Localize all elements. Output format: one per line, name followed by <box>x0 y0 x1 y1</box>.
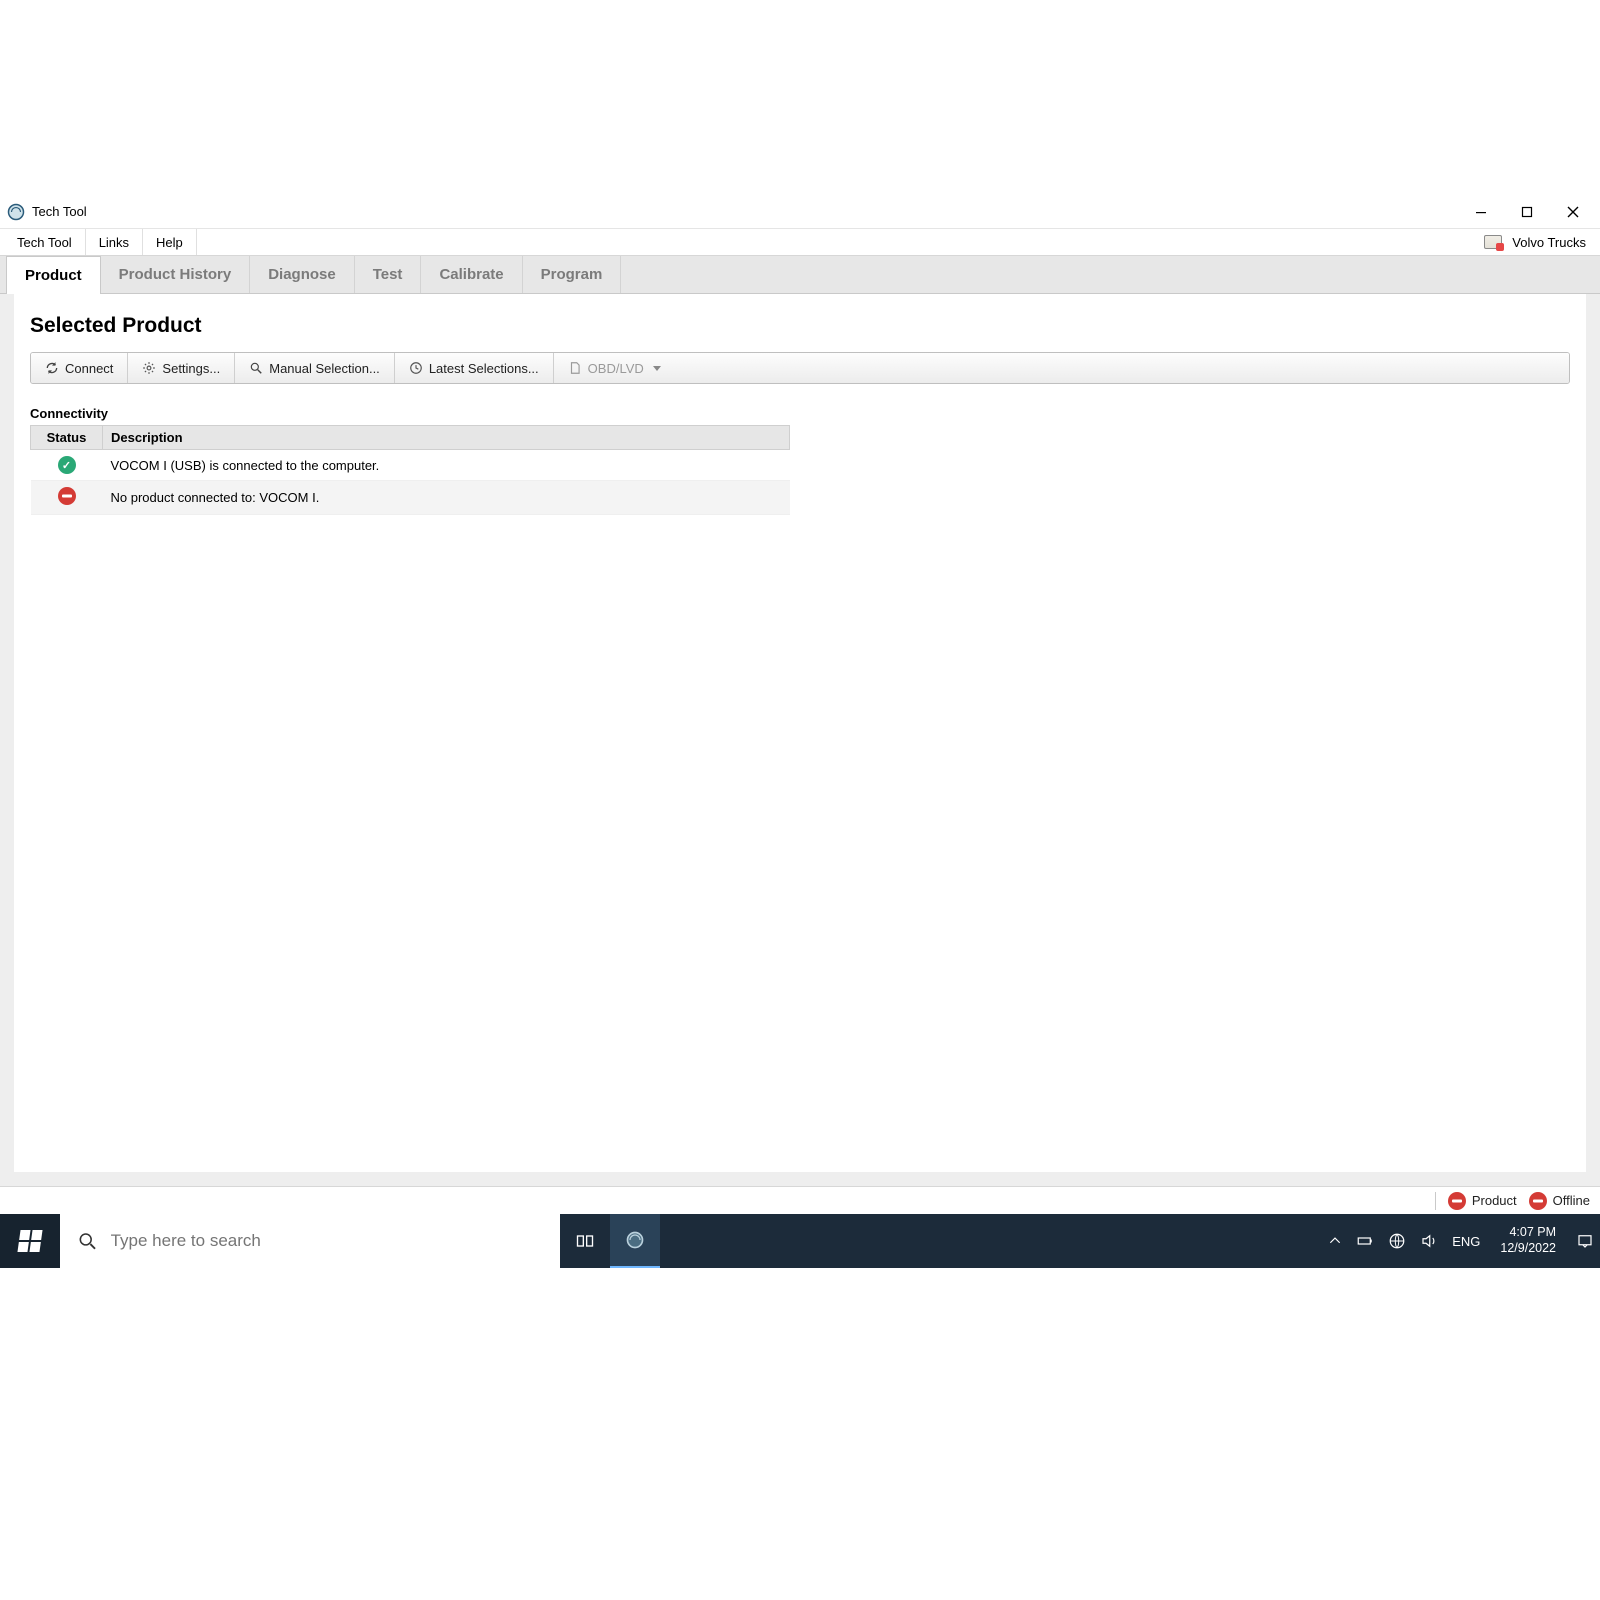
col-status: Status <box>31 426 103 450</box>
brand-text: Volvo Trucks <box>1512 235 1586 250</box>
page-title: Selected Product <box>30 314 1570 338</box>
status-offline: Offline <box>1529 1192 1590 1210</box>
connect-button[interactable]: Connect <box>31 353 128 383</box>
windows-logo-icon <box>17 1230 42 1252</box>
status-bar: Product Offline <box>0 1186 1600 1214</box>
gear-icon <box>142 361 156 375</box>
status-offline-label: Offline <box>1553 1193 1590 1208</box>
network-icon[interactable] <box>1388 1232 1406 1250</box>
status-ok-icon: ✓ <box>58 456 76 474</box>
tab-product[interactable]: Product <box>6 256 101 294</box>
tab-calibrate[interactable]: Calibrate <box>421 256 522 293</box>
task-view-icon <box>575 1231 595 1251</box>
chevron-down-icon <box>653 366 661 371</box>
clock-time: 4:07 PM <box>1500 1225 1556 1241</box>
document-icon <box>568 361 582 375</box>
menu-help[interactable]: Help <box>143 229 197 255</box>
connectivity-label: Connectivity <box>30 406 1570 421</box>
product-toolbar: Connect Settings... Manual Selection... … <box>30 352 1570 384</box>
tab-product-history[interactable]: Product History <box>101 256 251 293</box>
main-tabs: Product Product History Diagnose Test Ca… <box>0 256 1600 294</box>
battery-icon[interactable] <box>1356 1232 1374 1250</box>
statusbar-divider <box>1435 1192 1436 1210</box>
latest-selections-button[interactable]: Latest Selections... <box>395 353 554 383</box>
maximize-button[interactable] <box>1504 196 1550 228</box>
status-product: Product <box>1448 1192 1517 1210</box>
status-error-icon <box>1529 1192 1547 1210</box>
windows-taskbar: ENG 4:07 PM 12/9/2022 <box>0 1214 1600 1268</box>
page-body: Selected Product Connect Settings... Man… <box>0 294 1600 1186</box>
taskbar-app-techtool[interactable] <box>610 1214 660 1268</box>
manual-selection-label: Manual Selection... <box>269 361 380 376</box>
system-tray: ENG 4:07 PM 12/9/2022 <box>660 1214 1600 1268</box>
row-description: No product connected to: VOCOM I. <box>103 481 790 515</box>
taskbar-search[interactable] <box>60 1214 560 1268</box>
row-description: VOCOM I (USB) is connected to the comput… <box>103 450 790 481</box>
connect-label: Connect <box>65 361 113 376</box>
language-indicator[interactable]: ENG <box>1452 1234 1480 1249</box>
search-input[interactable] <box>111 1231 542 1251</box>
menu-links[interactable]: Links <box>86 229 143 255</box>
status-product-label: Product <box>1472 1193 1517 1208</box>
settings-button[interactable]: Settings... <box>128 353 235 383</box>
search-icon <box>78 1231 97 1251</box>
tab-test[interactable]: Test <box>355 256 422 293</box>
obd-lvd-button[interactable]: OBD/LVD <box>554 353 1569 383</box>
window-titlebar: Tech Tool <box>0 195 1600 228</box>
obd-lvd-label: OBD/LVD <box>588 361 644 376</box>
notifications-icon[interactable] <box>1576 1232 1594 1250</box>
window-title: Tech Tool <box>32 204 87 219</box>
app-icon <box>625 1230 645 1250</box>
app-icon <box>7 203 25 221</box>
task-view-button[interactable] <box>560 1214 610 1268</box>
manual-selection-button[interactable]: Manual Selection... <box>235 353 395 383</box>
settings-label: Settings... <box>162 361 220 376</box>
close-button[interactable] <box>1550 196 1596 228</box>
table-row: No product connected to: VOCOM I. <box>31 481 790 515</box>
tab-program[interactable]: Program <box>523 256 622 293</box>
menu-tech-tool[interactable]: Tech Tool <box>4 229 86 255</box>
menu-bar: Tech Tool Links Help Volvo Trucks <box>0 228 1600 256</box>
tab-diagnose[interactable]: Diagnose <box>250 256 355 293</box>
taskbar-clock[interactable]: 4:07 PM 12/9/2022 <box>1494 1225 1562 1256</box>
connectivity-table: Status Description ✓ VOCOM I (USB) is co… <box>30 425 790 515</box>
task-icons <box>560 1214 660 1268</box>
search-icon <box>249 361 263 375</box>
table-row: ✓ VOCOM I (USB) is connected to the comp… <box>31 450 790 481</box>
status-error-icon <box>58 487 76 505</box>
status-error-icon <box>1448 1192 1466 1210</box>
clock-date: 12/9/2022 <box>1500 1241 1556 1257</box>
minimize-button[interactable] <box>1458 196 1504 228</box>
volume-icon[interactable] <box>1420 1232 1438 1250</box>
refresh-icon <box>45 361 59 375</box>
brand-label: Volvo Trucks <box>1478 229 1600 255</box>
brand-icon <box>1484 235 1502 249</box>
start-button[interactable] <box>0 1214 60 1268</box>
col-description: Description <box>103 426 790 450</box>
latest-selections-label: Latest Selections... <box>429 361 539 376</box>
clock-icon <box>409 361 423 375</box>
tray-expand-icon[interactable] <box>1328 1234 1342 1248</box>
